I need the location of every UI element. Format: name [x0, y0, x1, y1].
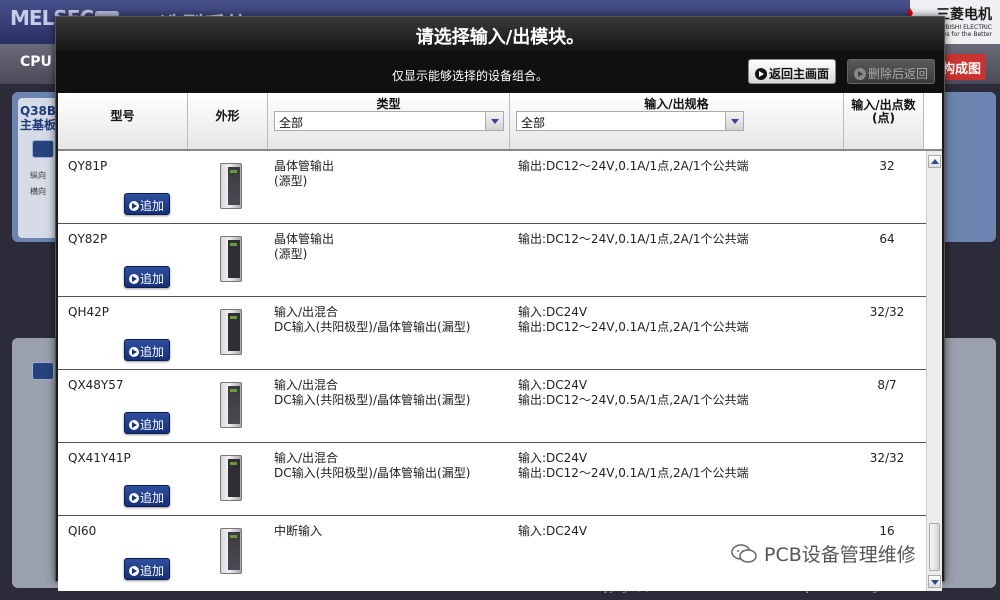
- add-button[interactable]: 追加: [124, 412, 170, 434]
- scroll-down-icon[interactable]: [928, 575, 941, 588]
- spec-filter-select[interactable]: 全部: [516, 111, 744, 131]
- play-icon: [129, 420, 139, 430]
- base-panel-notes: 纵向 横向: [30, 171, 46, 196]
- model-cell: QI60: [68, 524, 97, 538]
- type-cell: 中断输入: [274, 524, 323, 538]
- type-cell: 输入/出混合 DC输入(共阳极型)/晶体管输出(漏型): [274, 305, 471, 334]
- points-cell: 16: [879, 524, 895, 538]
- play-icon: [755, 68, 767, 80]
- model-cell: QY81P: [68, 159, 108, 173]
- header-appearance: 外形: [188, 93, 268, 149]
- add-button[interactable]: 追加: [124, 193, 170, 215]
- base-panel-button[interactable]: [32, 140, 54, 158]
- header-type: 类型 全部: [268, 93, 510, 149]
- model-cell: QX41Y41P: [68, 451, 131, 465]
- add-button[interactable]: 追加: [124, 266, 170, 288]
- back-to-main-button[interactable]: 返回主画面: [748, 59, 836, 84]
- table-header: 型号 外形 类型 全部 输入/出规格 全部 输入/出点数 (点): [58, 93, 942, 151]
- table-row: QX41Y41P 追加 输入/出混合 DC输入(共阳极型)/晶体管输出(漏型) 输…: [58, 443, 926, 516]
- table-row: QH42P 追加 输入/出混合 DC输入(共阳极型)/晶体管输出(漏型) 输入:D…: [58, 297, 926, 370]
- list-scrollbar[interactable]: [926, 151, 942, 591]
- type-cell: 输入/出混合 DC输入(共阳极型)/晶体管输出(漏型): [274, 451, 471, 480]
- points-cell: 32/32: [869, 451, 905, 465]
- base-title: Q38B 主基板: [20, 104, 57, 132]
- model-cell: QX48Y57: [68, 378, 124, 392]
- spec-cell: 输入:DC24V: [518, 524, 588, 538]
- delete-and-return-button[interactable]: 删除后返回: [847, 59, 935, 84]
- dialog-note: 仅显示能够选择的设备组合。: [392, 69, 549, 83]
- cpu-label: CPU: [20, 54, 52, 70]
- points-cell: 32: [879, 159, 895, 173]
- play-icon: [129, 493, 139, 503]
- play-icon: [129, 201, 139, 211]
- scroll-up-icon[interactable]: [928, 155, 941, 168]
- spec-cell: 输入:DC24V 输出:DC12～24V,0.1A/1点,2A/1个公共端: [518, 451, 749, 480]
- play-icon: [129, 566, 139, 576]
- header-spec: 输入/出规格 全部: [510, 93, 844, 149]
- module-image: [220, 309, 242, 355]
- header-model: 型号: [58, 93, 188, 149]
- extension-panel-button[interactable]: [32, 362, 54, 380]
- add-button[interactable]: 追加: [124, 339, 170, 361]
- module-list: QY81P 追加 晶体管输出 (源型) 输出:DC12～24V,0.1A/1点,2…: [58, 151, 926, 591]
- io-module-dialog: 请选择输入/出模块。 仅显示能够选择的设备组合。 返回主画面 删除后返回 型号 …: [55, 16, 945, 591]
- points-cell: 8/7: [877, 378, 897, 392]
- spec-cell: 输入:DC24V 输出:DC12～24V,0.1A/1点,2A/1个公共端: [518, 305, 749, 334]
- wechat-icon: [731, 544, 757, 563]
- module-image: [220, 455, 242, 501]
- play-icon: [129, 347, 139, 357]
- table-row: QX48Y57 追加 输入/出混合 DC输入(共阳极型)/晶体管输出(漏型) 输入…: [58, 370, 926, 443]
- spec-cell: 输出:DC12～24V,0.1A/1点,2A/1个公共端: [518, 159, 749, 173]
- config-diagram-button[interactable]: 构成图: [940, 54, 986, 80]
- watermark-text: PCB设备管理维修: [764, 544, 916, 566]
- table-row: QY81P 追加 晶体管输出 (源型) 输出:DC12～24V,0.1A/1点,2…: [58, 151, 926, 224]
- add-button[interactable]: 追加: [124, 485, 170, 507]
- header-points: 输入/出点数 (点): [844, 93, 924, 149]
- type-cell: 晶体管输出 (源型): [274, 232, 335, 261]
- table-row: QY82P 追加 晶体管输出 (源型) 输出:DC12～24V,0.1A/1点,2…: [58, 224, 926, 297]
- spec-cell: 输入:DC24V 输出:DC12～24V,0.5A/1点,2A/1个公共端: [518, 378, 749, 407]
- points-cell: 32/32: [869, 305, 905, 319]
- type-cell: 晶体管输出 (源型): [274, 159, 335, 188]
- chevron-down-icon: [725, 112, 743, 130]
- add-button[interactable]: 追加: [124, 558, 170, 580]
- module-image: [220, 528, 242, 574]
- module-image: [220, 236, 242, 282]
- module-image: [220, 382, 242, 428]
- points-cell: 64: [879, 232, 895, 246]
- type-filter-select[interactable]: 全部: [274, 111, 504, 131]
- play-icon: [854, 68, 866, 80]
- type-cell: 输入/出混合 DC输入(共阳极型)/晶体管输出(漏型): [274, 378, 471, 407]
- model-cell: QH42P: [68, 305, 109, 319]
- dialog-title: 请选择输入/出模块。: [56, 17, 944, 51]
- model-cell: QY82P: [68, 232, 108, 246]
- play-icon: [129, 274, 139, 284]
- scroll-thumb[interactable]: [929, 523, 940, 571]
- spec-cell: 输出:DC12～24V,0.1A/1点,2A/1个公共端: [518, 232, 749, 246]
- chevron-down-icon: [485, 112, 503, 130]
- module-image: [220, 163, 242, 209]
